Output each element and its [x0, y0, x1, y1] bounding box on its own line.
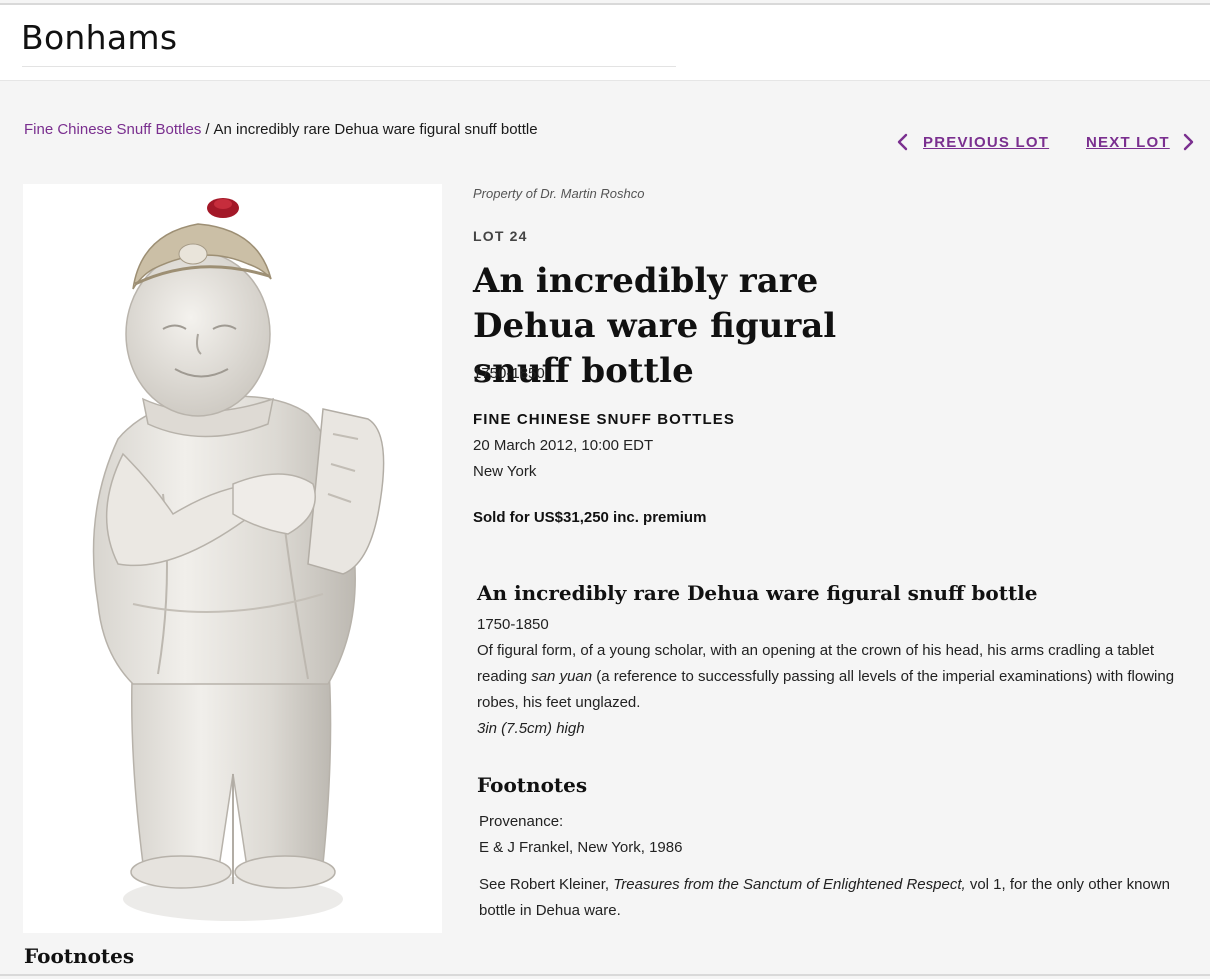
previous-lot-button[interactable]: PREVIOUS LOT: [893, 132, 1049, 152]
description-dimensions: 3in (7.5cm) high: [477, 720, 585, 737]
sale-date-time: 20 March 2012, 10:00 EDT: [473, 437, 654, 454]
description-body: Of figural form, of a young scholar, wit…: [477, 638, 1187, 716]
footnote-reference: See Robert Kleiner, Treasures from the S…: [479, 872, 1179, 924]
lot-number: LOT 24: [473, 228, 528, 244]
site-header: Bonhams: [0, 5, 1210, 81]
description-title: An incredibly rare Dehua ware figural sn…: [477, 581, 1038, 605]
next-lot-label: NEXT LOT: [1086, 133, 1170, 151]
breadcrumb-sale-link[interactable]: Fine Chinese Snuff Bottles: [24, 121, 201, 138]
chevron-right-icon: [1183, 133, 1193, 151]
lot-owner: Property of Dr. Martin Roshco: [473, 186, 645, 201]
breadcrumb-current: An incredibly rare Dehua ware figural sn…: [213, 121, 538, 138]
footnotes-heading: Footnotes: [477, 773, 588, 797]
lot-date: 1750-1850: [473, 365, 545, 382]
previous-lot-label: PREVIOUS LOT: [923, 133, 1050, 151]
next-lot-button[interactable]: NEXT LOT: [1086, 132, 1198, 152]
description-date: 1750-1850: [477, 616, 549, 633]
footnote-text-start: See Robert Kleiner,: [479, 876, 614, 893]
snuff-bottle-figure-image: [92, 198, 385, 921]
sale-location: New York: [473, 463, 537, 480]
provenance-label: Provenance:: [479, 813, 564, 830]
sold-price: Sold for US$31,250 inc. premium: [473, 509, 707, 526]
bottom-rule: [0, 974, 1210, 976]
breadcrumb: Fine Chinese Snuff Bottles / An incredibly…: [24, 121, 538, 138]
provenance-value: E & J Frankel, New York, 1986: [479, 839, 683, 856]
sale-name-link[interactable]: FINE CHINESE SNUFF BOTTLES: [473, 411, 735, 428]
breadcrumb-separator: /: [205, 121, 210, 138]
lot-image[interactable]: [23, 184, 442, 933]
description-text-italic: san yuan: [531, 668, 593, 685]
bottom-footnotes-heading: Footnotes: [24, 944, 135, 968]
header-divider: [22, 66, 676, 67]
footnote-book-title: Treasures from the Sanctum of Enlightene…: [613, 876, 966, 893]
bonhams-logo[interactable]: Bonhams: [21, 18, 177, 57]
chevron-left-icon: [897, 133, 908, 151]
